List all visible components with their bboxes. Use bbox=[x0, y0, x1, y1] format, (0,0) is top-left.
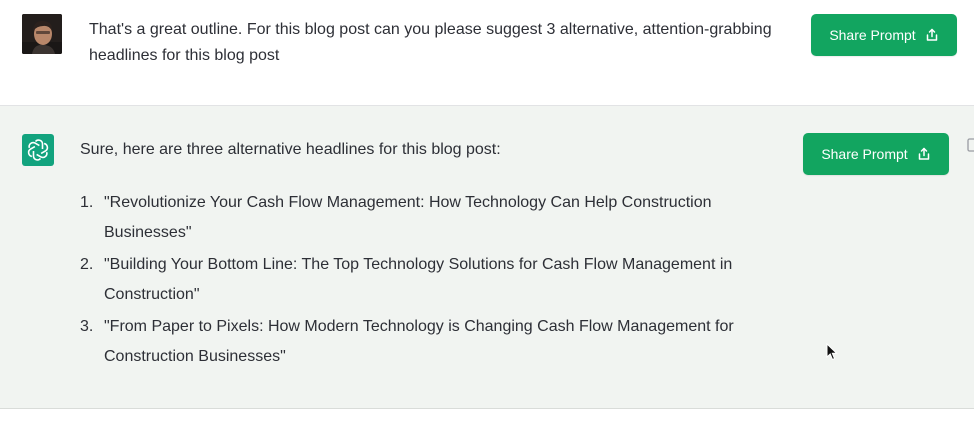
list-item: 2. "Building Your Bottom Line: The Top T… bbox=[80, 250, 780, 310]
list-item-number: 2. bbox=[80, 256, 94, 273]
headline-list: 1. "Revolutionize Your Cash Flow Managem… bbox=[80, 188, 780, 374]
list-item: 3. "From Paper to Pixels: How Modern Tec… bbox=[80, 312, 780, 372]
openai-logo-icon bbox=[22, 134, 54, 166]
mouse-cursor-icon bbox=[826, 342, 838, 366]
assistant-intro-text: Sure, here are three alternative headlin… bbox=[80, 141, 501, 158]
list-item-text: "Revolutionize Your Cash Flow Management… bbox=[104, 194, 712, 241]
share-icon bbox=[917, 147, 931, 161]
share-button-label: Share Prompt bbox=[821, 146, 908, 162]
share-button-label: Share Prompt bbox=[829, 27, 916, 43]
share-icon bbox=[925, 28, 939, 42]
share-prompt-button[interactable]: Share Prompt bbox=[811, 14, 957, 56]
list-item: 1. "Revolutionize Your Cash Flow Managem… bbox=[80, 188, 780, 248]
list-item-number: 3. bbox=[80, 318, 94, 335]
user-message-row: That's a great outline. For this blog po… bbox=[0, 0, 974, 106]
share-prompt-button[interactable]: Share Prompt bbox=[803, 133, 949, 175]
user-avatar bbox=[22, 14, 62, 54]
next-message-row bbox=[0, 409, 974, 426]
user-message-text: That's a great outline. For this blog po… bbox=[89, 21, 772, 64]
copy-icon[interactable] bbox=[966, 138, 974, 154]
list-item-number: 1. bbox=[80, 194, 94, 211]
list-item-text: "Building Your Bottom Line: The Top Tech… bbox=[104, 256, 733, 303]
list-item-text: "From Paper to Pixels: How Modern Techno… bbox=[104, 318, 734, 365]
